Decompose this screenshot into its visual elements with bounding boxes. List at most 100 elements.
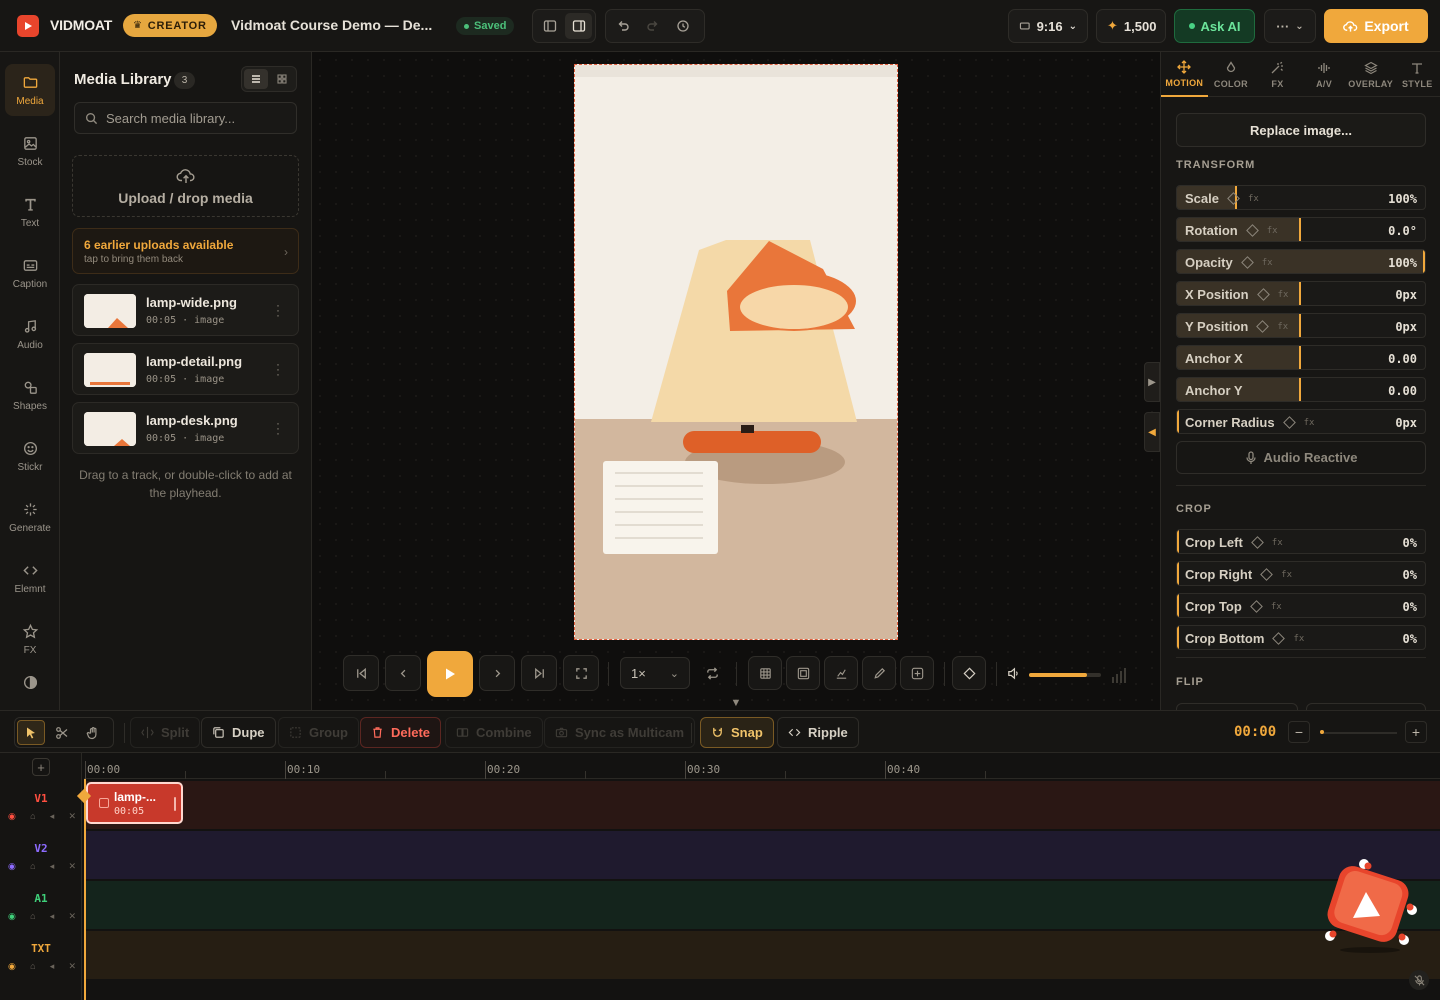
zoom-out-button[interactable]: −	[1288, 721, 1310, 743]
snapshot-button[interactable]	[900, 656, 934, 690]
ask-ai-button[interactable]: Ask AI	[1174, 9, 1255, 43]
rail-item-caption[interactable]: Caption	[5, 247, 55, 299]
keyframe-diamond-icon[interactable]	[1245, 224, 1259, 237]
fx-tag[interactable]: fx	[1262, 258, 1273, 268]
keyframe-diamond-icon[interactable]	[1256, 320, 1270, 333]
replace-image-button[interactable]: Replace image...	[1176, 113, 1426, 147]
eye-icon[interactable]: ◉	[8, 861, 16, 872]
keyframe-diamond-icon[interactable]	[1272, 632, 1286, 645]
transform-property-row[interactable]: Rotation fx 0.0°	[1176, 217, 1426, 242]
speaker-icon[interactable]: ◂	[50, 861, 55, 872]
transform-property-row[interactable]: Corner Radius fx 0px	[1176, 409, 1426, 434]
next-frame-button[interactable]	[479, 655, 515, 691]
keyframe-diamond-icon[interactable]	[1250, 536, 1264, 549]
zoom-in-button[interactable]: +	[1405, 721, 1427, 743]
transform-property-row[interactable]: X Position fx 0px	[1176, 281, 1426, 306]
group-button[interactable]: Group	[278, 717, 359, 748]
split-button[interactable]: Split	[130, 717, 201, 748]
fx-tag[interactable]: fx	[1304, 418, 1315, 428]
export-button[interactable]: Export	[1324, 9, 1428, 43]
track-lane[interactable]	[84, 831, 1440, 879]
timeline-clip[interactable]: lamp-... 00:05	[86, 782, 183, 824]
speaker-icon[interactable]: ◂	[50, 911, 55, 922]
property-value[interactable]: 100%	[1388, 192, 1417, 206]
lamp-desk-illustration[interactable]	[575, 65, 898, 640]
audio-reactive-button[interactable]: Audio Reactive	[1176, 441, 1426, 474]
media-item[interactable]: lamp-wide.png 00:05 · image · · ·	[72, 284, 299, 336]
duplicate-button[interactable]: Dupe	[201, 717, 276, 748]
transform-property-row[interactable]: Opacity fx 100%	[1176, 249, 1426, 274]
keyframe-diamond-icon[interactable]	[1240, 256, 1254, 269]
property-value[interactable]: 0.0°	[1388, 224, 1417, 238]
tab-av[interactable]: A/V	[1301, 52, 1348, 97]
draw-button[interactable]	[862, 656, 896, 690]
rail-item-stock[interactable]: Stock	[5, 125, 55, 177]
close-icon[interactable]: ✕	[68, 861, 76, 872]
rail-item-shapes[interactable]: Shapes	[5, 369, 55, 421]
property-value[interactable]: 0%	[1403, 568, 1417, 582]
kebab-menu-icon[interactable]: · · ·	[276, 358, 280, 380]
loop-button[interactable]	[695, 655, 729, 691]
lock-icon[interactable]: ⌂	[30, 811, 35, 822]
lock-icon[interactable]: ⌂	[30, 961, 35, 972]
select-tool-button[interactable]	[17, 720, 45, 745]
credits-badge[interactable]: ✦ 1,500	[1096, 9, 1166, 43]
transform-property-row[interactable]: Scale fx 100%	[1176, 185, 1426, 210]
grid-overlay-button[interactable]	[748, 656, 782, 690]
fx-tag[interactable]: fx	[1277, 322, 1288, 332]
rail-item-fx[interactable]: FX	[5, 613, 55, 665]
redo-button[interactable]	[639, 13, 667, 39]
fx-tag[interactable]: fx	[1281, 570, 1292, 580]
flip-vertical-button[interactable]	[1306, 703, 1426, 710]
add-track-button[interactable]: +	[32, 758, 50, 776]
keyframe-diamond-icon[interactable]	[1227, 192, 1240, 205]
upload-dropzone[interactable]: Upload / drop media	[72, 155, 299, 217]
crop-property-row[interactable]: Crop Left fx 0%	[1176, 529, 1426, 554]
mic-off-icon[interactable]	[1409, 970, 1429, 990]
razor-tool-button[interactable]	[48, 720, 76, 745]
fx-tag[interactable]: fx	[1248, 194, 1259, 204]
safe-area-button[interactable]	[786, 656, 820, 690]
property-value[interactable]: 0.00	[1388, 384, 1417, 398]
eye-icon[interactable]: ◉	[8, 961, 16, 972]
fx-tag[interactable]: fx	[1272, 538, 1283, 548]
fullscreen-button[interactable]	[563, 655, 599, 691]
crop-property-row[interactable]: Crop Top fx 0%	[1176, 593, 1426, 618]
fx-tag[interactable]: fx	[1271, 602, 1282, 612]
vidmoat-logo-icon[interactable]	[17, 15, 39, 37]
sync-multicam-button[interactable]: Sync as Multicam	[544, 717, 696, 748]
more-menu-button[interactable]: ··· ⌄	[1264, 9, 1316, 43]
project-title[interactable]: Vidmoat Course Demo — De...	[231, 17, 432, 33]
playback-speed-select[interactable]: 1× ⌄	[620, 657, 690, 689]
assistant-mascot[interactable]	[1320, 858, 1420, 953]
eye-icon[interactable]: ◉	[8, 911, 16, 922]
track-lane[interactable]	[84, 881, 1440, 929]
time-ruler[interactable]: 00:00 00:10 00:20 00:30 00:40	[84, 753, 1440, 779]
lock-icon[interactable]: ⌂	[30, 861, 35, 872]
keyframe-panel-tab[interactable]: ◀	[1144, 412, 1160, 452]
crop-property-row[interactable]: Crop Right fx 0%	[1176, 561, 1426, 586]
plan-badge[interactable]: ♛ CREATOR	[123, 14, 217, 37]
rail-item-element[interactable]: Elemnt	[5, 552, 55, 604]
skip-to-start-button[interactable]	[343, 655, 379, 691]
keyframe-diamond-icon[interactable]	[1260, 568, 1274, 581]
eye-icon[interactable]: ◉	[8, 811, 16, 822]
transform-property-row[interactable]: Anchor X 0.00	[1176, 345, 1426, 370]
play-button[interactable]	[427, 651, 473, 697]
kebab-menu-icon[interactable]: · · ·	[276, 299, 280, 321]
crop-property-row[interactable]: Crop Bottom fx 0%	[1176, 625, 1426, 650]
tab-style[interactable]: STYLE	[1394, 52, 1440, 97]
property-value[interactable]: 0%	[1403, 600, 1417, 614]
volume-icon[interactable]	[1006, 666, 1021, 686]
fx-tag[interactable]: fx	[1267, 226, 1278, 236]
track-name[interactable]: V2	[0, 842, 82, 855]
toggle-left-panel-button[interactable]	[536, 13, 563, 39]
close-icon[interactable]: ✕	[68, 961, 76, 972]
delete-button[interactable]: Delete	[360, 717, 442, 748]
track-lane[interactable]	[84, 781, 1440, 829]
rail-item-audio[interactable]: Audio	[5, 308, 55, 360]
keyframe-diamond-icon[interactable]	[1282, 416, 1296, 429]
speaker-icon[interactable]: ◂	[50, 811, 55, 822]
track-name[interactable]: A1	[0, 892, 82, 905]
media-search-input[interactable]	[106, 110, 286, 126]
